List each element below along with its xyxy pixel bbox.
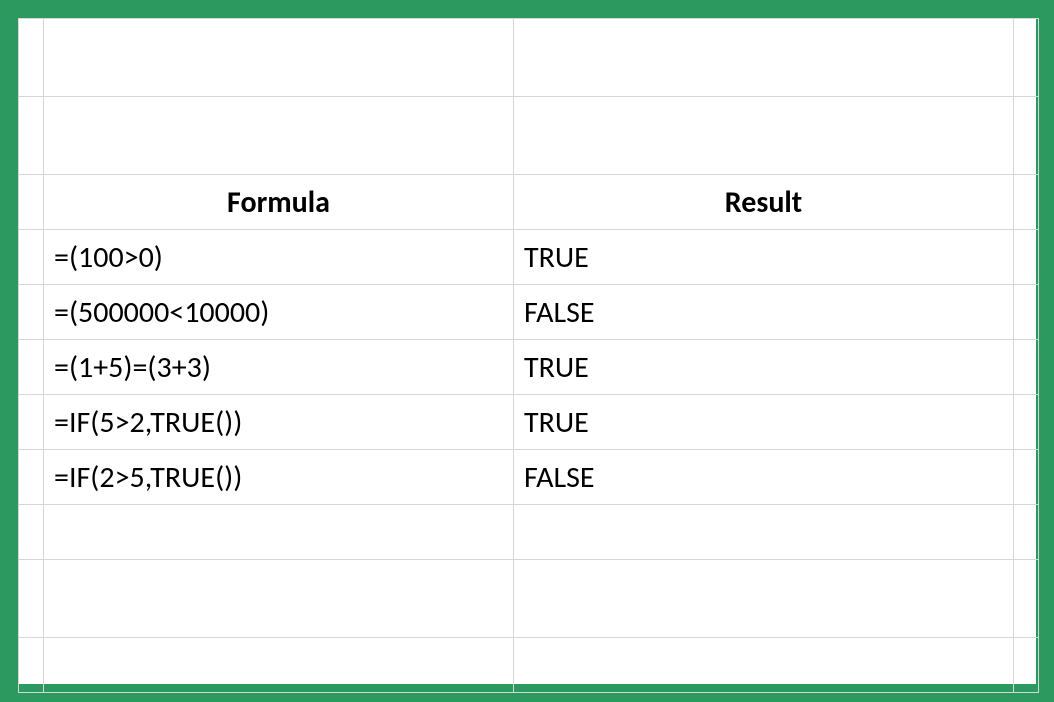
cell-empty[interactable] [19,395,44,450]
cell-result[interactable]: FALSE [514,450,1014,505]
cell-formula[interactable]: =IF(2>5,TRUE()) [44,450,514,505]
cell-result[interactable]: FALSE [514,285,1014,340]
cell-empty[interactable] [514,97,1014,175]
cell-empty[interactable] [514,505,1014,560]
cell-empty[interactable] [44,505,514,560]
cell-empty[interactable] [1014,395,1039,450]
cell-empty[interactable] [19,19,44,97]
cell-formula[interactable]: =(100>0) [44,230,514,285]
cell-empty[interactable] [1014,450,1039,505]
table-row: =(100>0) TRUE [19,230,1039,285]
cell-empty[interactable] [1014,505,1039,560]
cell-empty[interactable] [1014,638,1039,693]
spreadsheet-frame: Formula Result =(100>0) TRUE =(500000<10… [0,0,1054,702]
cell-empty[interactable] [1014,340,1039,395]
cell-empty[interactable] [19,340,44,395]
table-row [19,97,1039,175]
cell-empty[interactable] [19,505,44,560]
table-row: =IF(2>5,TRUE()) FALSE [19,450,1039,505]
cell-empty[interactable] [44,638,514,693]
spreadsheet-grid: Formula Result =(100>0) TRUE =(500000<10… [18,18,1039,693]
cell-empty[interactable] [19,285,44,340]
cell-formula[interactable]: =(500000<10000) [44,285,514,340]
table-row [19,19,1039,97]
cell-empty[interactable] [1014,97,1039,175]
cell-empty[interactable] [514,560,1014,638]
cell-empty[interactable] [1014,19,1039,97]
table-row: =(500000<10000) FALSE [19,285,1039,340]
cell-empty[interactable] [19,560,44,638]
cell-empty[interactable] [44,97,514,175]
table-row [19,638,1039,693]
cell-result[interactable]: TRUE [514,395,1014,450]
column-header-formula[interactable]: Formula [44,175,514,230]
cell-result[interactable]: TRUE [514,230,1014,285]
cell-empty[interactable] [514,19,1014,97]
cell-empty[interactable] [19,97,44,175]
cell-empty[interactable] [44,560,514,638]
cell-formula[interactable]: =(1+5)=(3+3) [44,340,514,395]
table-row: =IF(5>2,TRUE()) TRUE [19,395,1039,450]
cell-formula[interactable]: =IF(5>2,TRUE()) [44,395,514,450]
table-header-row: Formula Result [19,175,1039,230]
column-header-result[interactable]: Result [514,175,1014,230]
cell-empty[interactable] [19,230,44,285]
table-row [19,505,1039,560]
table-row: =(1+5)=(3+3) TRUE [19,340,1039,395]
cell-result[interactable]: TRUE [514,340,1014,395]
cell-empty[interactable] [19,450,44,505]
cell-empty[interactable] [1014,175,1039,230]
cell-empty[interactable] [1014,230,1039,285]
table-row [19,560,1039,638]
cell-empty[interactable] [514,638,1014,693]
cell-empty[interactable] [44,19,514,97]
cell-empty[interactable] [1014,560,1039,638]
cell-empty[interactable] [1014,285,1039,340]
cell-empty[interactable] [19,175,44,230]
cell-empty[interactable] [19,638,44,693]
